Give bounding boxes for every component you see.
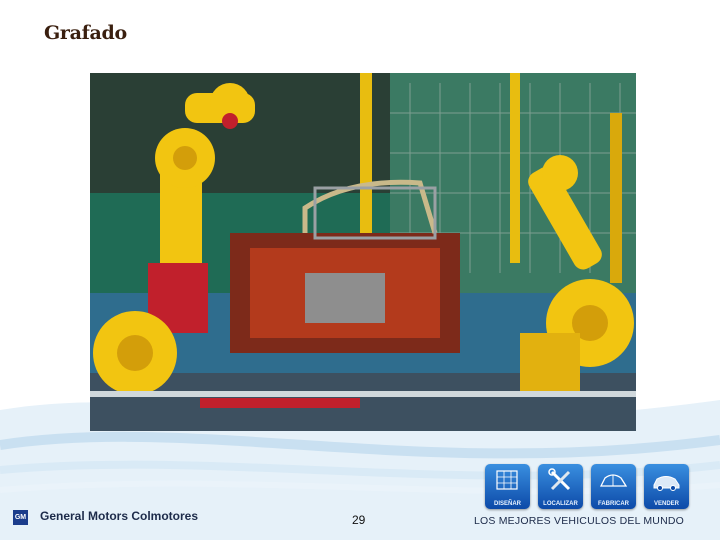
nav-label: LOCALIZAR xyxy=(543,501,578,507)
page-number: 29 xyxy=(352,513,366,527)
nav-localizar-button[interactable]: LOCALIZAR xyxy=(538,464,583,509)
blueprint-icon xyxy=(496,470,518,490)
nav-vender-button[interactable]: VENDER xyxy=(644,464,689,509)
video-player[interactable]: ↻ ⟲ ■ ◀◀ ▶ ◄) xyxy=(90,73,636,431)
nav-label: VENDER xyxy=(653,501,679,507)
slide-title: Grafado xyxy=(44,22,127,44)
navigation-icons: DISEÑAR LOCALIZAR FABRICAR VENDER xyxy=(485,464,689,509)
car-body-icon xyxy=(599,474,628,487)
tools-icon xyxy=(548,468,571,491)
car-icon xyxy=(653,476,680,491)
video-frame xyxy=(90,73,636,431)
nav-label: FABRICAR xyxy=(598,501,629,507)
gm-logo: GM xyxy=(13,510,28,525)
tagline: LOS MEJORES VEHICULOS DEL MUNDO xyxy=(474,515,685,527)
nav-fabricar-button[interactable]: FABRICAR xyxy=(591,464,636,509)
company-name: General Motors Colmotores xyxy=(40,509,199,523)
nav-label: DISEÑAR xyxy=(493,501,521,507)
nav-disenar-button[interactable]: DISEÑAR xyxy=(485,464,530,509)
